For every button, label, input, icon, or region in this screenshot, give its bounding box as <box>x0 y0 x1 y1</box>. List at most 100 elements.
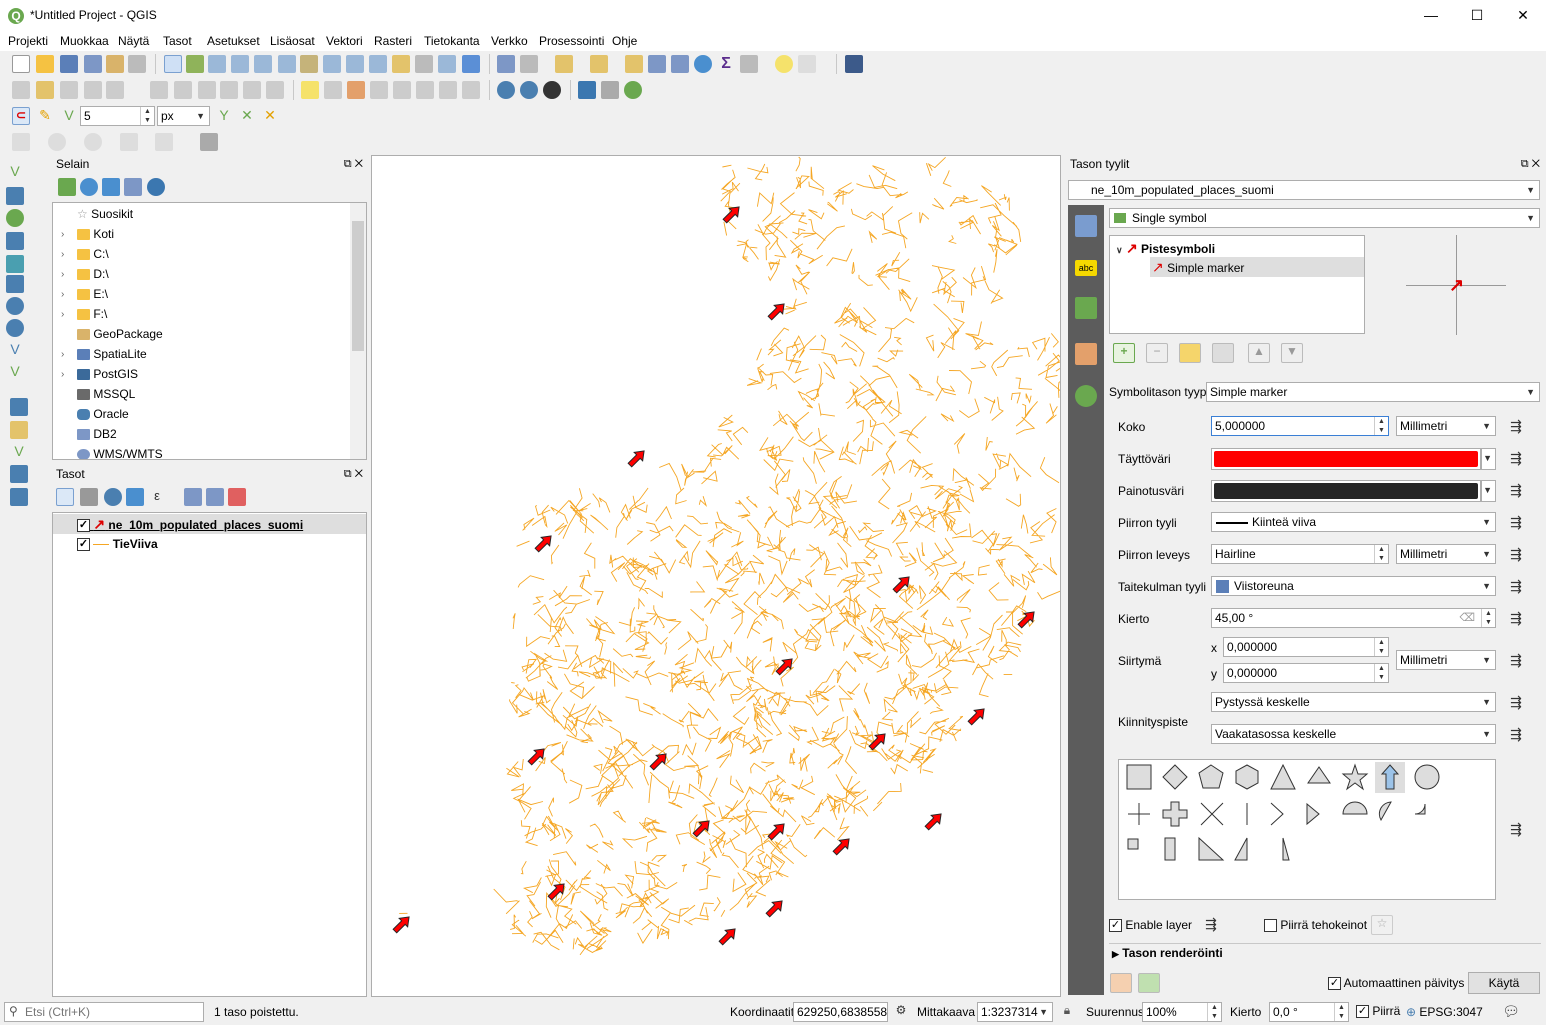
browser-item-favorites[interactable]: ☆ Suosikit <box>77 204 133 224</box>
scrollbar-thumb[interactable] <box>352 221 364 351</box>
size-spinbox[interactable]: 5,000000 ▲ ▼ <box>1211 416 1389 436</box>
place-marker-icon[interactable] <box>717 925 740 948</box>
annotation-icon[interactable] <box>200 133 218 151</box>
remove-layer-icon[interactable] <box>228 488 246 506</box>
panel-float-close-icons[interactable]: ⧉ ✕ <box>344 155 363 174</box>
menu-projekti[interactable]: Projekti <box>8 34 48 48</box>
new-shapefile-icon[interactable]: V <box>10 443 28 461</box>
add-wfs-icon[interactable]: V <box>6 341 24 359</box>
menu-prosessointi[interactable]: Prosessointi <box>539 34 604 48</box>
place-marker-icon[interactable] <box>691 817 714 840</box>
current-edits-icon[interactable] <box>12 81 30 99</box>
open-project-icon[interactable] <box>36 55 54 73</box>
snap-intersection-icon[interactable]: ✕ <box>238 107 256 125</box>
maximize-button[interactable]: ☐ <box>1454 0 1500 31</box>
offset-unit-combo[interactable]: Millimetri ▼ <box>1396 650 1496 670</box>
messages-icon[interactable]: 💬︎ <box>1502 1003 1520 1021</box>
data-defined-override-icon[interactable]: ⇶ <box>1504 416 1528 436</box>
shape-semicircle-icon[interactable] <box>1342 801 1368 815</box>
shape-equilateral-triangle-icon[interactable] <box>1307 766 1331 784</box>
delete-selected-icon[interactable] <box>150 81 168 99</box>
label-properties-icon[interactable] <box>462 81 480 99</box>
add-raster-layer-icon[interactable] <box>6 187 24 205</box>
data-defined-override-icon[interactable]: ⇶ <box>1199 914 1223 934</box>
shape-arrowhead-icon[interactable] <box>1270 802 1284 826</box>
menu-lisaosat[interactable]: Lisäosat <box>270 34 315 48</box>
shape-cross-fill-icon[interactable] <box>1162 801 1188 827</box>
magnet-icon[interactable]: ⊂ <box>12 107 30 125</box>
browser-item-f[interactable]: F:\ <box>77 304 107 324</box>
place-marker-icon[interactable] <box>766 300 789 323</box>
menu-ohje[interactable]: Ohje <box>612 34 637 48</box>
polygon-tool-icon[interactable] <box>155 133 173 151</box>
globe-plugin-icon[interactable] <box>520 81 538 99</box>
layer-plugin-icon[interactable] <box>624 81 642 99</box>
zoom-native-icon[interactable] <box>346 55 364 73</box>
new-geopackage-icon[interactable] <box>10 421 28 439</box>
place-marker-icon[interactable] <box>923 810 946 833</box>
print-layout-icon[interactable] <box>106 55 124 73</box>
spin-arrows-icon[interactable]: ▲ ▼ <box>1207 1003 1221 1021</box>
map-canvas[interactable] <box>371 155 1061 997</box>
menu-muokkaa[interactable]: Muokkaa <box>60 34 109 48</box>
lock-layer-icon[interactable] <box>1179 343 1201 363</box>
pan-to-selection-icon[interactable] <box>186 55 204 73</box>
shape-diamond-icon[interactable] <box>1162 764 1188 790</box>
new-map-view-icon[interactable] <box>392 55 410 73</box>
layer-select-combo[interactable]: ne_10m_populated_places_suomi ▼ <box>1068 180 1540 200</box>
select-features-icon[interactable] <box>555 55 573 73</box>
stroke-width-unit-combo[interactable]: Millimetri ▼ <box>1396 544 1496 564</box>
shape-pentagon-icon[interactable] <box>1198 764 1224 789</box>
measure-icon[interactable] <box>520 55 538 73</box>
shape-x-icon[interactable] <box>1200 802 1224 826</box>
data-defined-override-icon[interactable]: ⇶ <box>1504 692 1528 712</box>
data-defined-override-icon[interactable]: ⇶ <box>1504 608 1528 628</box>
place-marker-icon[interactable] <box>766 820 789 843</box>
panel-float-close-icons[interactable]: ⧉ ✕ <box>1521 155 1540 174</box>
processing-toolbox-icon[interactable] <box>694 55 712 73</box>
place-marker-icon[interactable] <box>546 880 569 903</box>
measure-line-icon[interactable] <box>740 55 758 73</box>
plugin-tool-icon[interactable] <box>601 81 619 99</box>
add-selected-layers-icon[interactable] <box>58 178 76 196</box>
size-unit-combo[interactable]: Millimetri ▼ <box>1396 416 1496 436</box>
topological-editing-icon[interactable]: Y <box>215 107 233 125</box>
save-edits-icon[interactable] <box>60 81 78 99</box>
help-icon[interactable] <box>845 55 863 73</box>
renderer-combo[interactable]: Single symbol ▼ <box>1109 208 1540 228</box>
anchor-vertical-combo[interactable]: Pystyssä keskelle ▼ <box>1211 692 1496 712</box>
expression-filter-icon[interactable]: ε <box>148 488 166 506</box>
draw-effects-checkbox[interactable]: Piirrä tehokeinot <box>1264 918 1367 933</box>
browser-item-e[interactable]: E:\ <box>77 284 108 304</box>
add-symbol-layer-icon[interactable]: + <box>1113 343 1135 363</box>
close-button[interactable]: ✕ <box>1500 0 1546 31</box>
chevron-right-icon[interactable]: › <box>61 289 64 300</box>
shape-quarter-circle-icon[interactable] <box>1414 803 1426 815</box>
data-defined-override-icon[interactable]: ⇶ <box>1504 448 1528 468</box>
symbology-tab-icon[interactable] <box>1075 215 1097 237</box>
browser-item-spatialite[interactable]: SpatiaLite <box>77 344 147 364</box>
shape-circle-icon[interactable] <box>1414 764 1440 790</box>
move-down-icon[interactable]: ▼ <box>1281 343 1303 363</box>
shape-cross-icon[interactable] <box>1128 803 1150 825</box>
render-checkbox[interactable]: ✓ Piirrä <box>1356 1004 1400 1019</box>
fill-color-button[interactable] <box>1211 448 1481 470</box>
circle-tool-icon[interactable] <box>48 133 66 151</box>
clear-icon[interactable]: ⌫ <box>1459 609 1475 627</box>
place-marker-icon[interactable] <box>831 835 854 858</box>
spin-arrows-icon[interactable]: ▲ ▼ <box>1334 1003 1348 1021</box>
place-marker-icon[interactable] <box>1016 608 1039 631</box>
add-arcgis-icon[interactable] <box>10 398 28 416</box>
shape-filled-arrowhead-icon[interactable] <box>1306 802 1320 826</box>
apply-button[interactable]: Käytä <box>1468 972 1540 994</box>
place-marker-icon[interactable] <box>648 750 671 773</box>
info-icon[interactable] <box>147 178 165 196</box>
data-defined-override-icon[interactable]: ⇶ <box>1504 544 1528 564</box>
data-defined-override-icon[interactable]: ⇶ <box>1504 512 1528 532</box>
rotate-label-icon[interactable] <box>393 81 411 99</box>
symbol-layer-item[interactable]: ↗ Simple marker <box>1152 257 1244 277</box>
add-wcs-icon[interactable] <box>6 319 24 337</box>
filter-legend-icon[interactable] <box>126 488 144 506</box>
shape-rectangle-icon[interactable] <box>1164 837 1176 861</box>
browser-item-home[interactable]: Koti <box>77 224 114 244</box>
